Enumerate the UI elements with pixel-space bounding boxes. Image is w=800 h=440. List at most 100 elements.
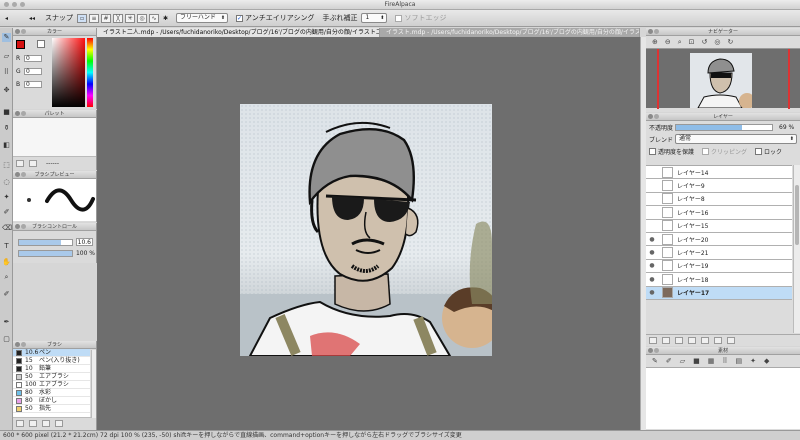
layer-row[interactable]: ● レイヤー18 (646, 273, 792, 287)
layer-settings-icon[interactable] (714, 337, 722, 344)
panel-min-icon[interactable] (21, 29, 26, 34)
g-input[interactable]: 0 (24, 68, 42, 75)
tab-illustration-two[interactable]: イラスト二人.mdp - /Users/fuchidanoriko/Deskto… (97, 28, 380, 37)
duplicate-layer-icon[interactable] (675, 337, 683, 344)
material-fill-icon[interactable]: ■ (693, 357, 700, 365)
layer-row[interactable]: ● レイヤー17 (646, 286, 792, 300)
primary-color-swatch[interactable] (16, 40, 25, 49)
panel-close-icon[interactable] (15, 172, 20, 177)
zoom-fit-icon[interactable]: ⊡ (689, 38, 695, 46)
snap-vanish-icon[interactable]: ╳ (113, 13, 123, 23)
material-eraser-icon[interactable]: ▱ (680, 357, 685, 365)
material-star-icon[interactable]: ✦ (750, 357, 756, 365)
panel-close-icon[interactable] (15, 111, 20, 116)
material-pattern-icon[interactable]: ▤ (736, 357, 743, 365)
panel-close-icon[interactable] (648, 114, 653, 119)
rotate-right-icon[interactable]: ↻ (728, 38, 734, 46)
panel-close-icon[interactable] (648, 29, 653, 34)
snap-settings-icon[interactable]: ✱ (163, 15, 168, 22)
frame-tool-icon[interactable]: ▢ (2, 335, 11, 344)
add-brush-icon[interactable] (16, 420, 24, 427)
material-list[interactable] (646, 367, 800, 429)
eye-visible-icon[interactable]: ● (646, 289, 658, 296)
clipping-checkbox[interactable] (702, 148, 710, 155)
snap-circle-icon[interactable]: ◎ (137, 13, 147, 23)
soft-edge-checkbox[interactable] (395, 14, 403, 22)
panel-min-icon[interactable] (654, 114, 659, 119)
selection-eraser-tool-icon[interactable]: ⌫ (2, 224, 12, 233)
brush-opacity-slider[interactable] (18, 250, 73, 257)
lasso-tool-icon[interactable]: ◌ (2, 178, 11, 187)
layer-row[interactable]: レイヤー8 (646, 192, 792, 207)
panel-close-icon[interactable] (648, 348, 653, 353)
material-brush-icon[interactable]: ✎ (652, 357, 658, 365)
layer-row[interactable]: ● レイヤー21 (646, 246, 792, 260)
brush-tool-icon[interactable]: ✎ (2, 33, 11, 42)
brush-size-value[interactable]: 10.6 (76, 238, 93, 246)
palette-swatch-area[interactable] (13, 118, 96, 156)
add-palette-icon[interactable] (16, 159, 24, 167)
dot-tool-icon[interactable]: ⠿ (2, 68, 11, 77)
eyedropper-tool-icon[interactable]: ✐ (2, 290, 11, 299)
material-pencil-icon[interactable]: ✐ (666, 357, 672, 365)
r-input[interactable]: 0 (24, 55, 42, 62)
zoom-in-icon[interactable]: ⊕ (652, 38, 658, 46)
magic-wand-tool-icon[interactable]: ✦ (2, 193, 11, 202)
panel-min-icon[interactable] (654, 29, 659, 34)
layer-row[interactable]: レイヤー16 (646, 206, 792, 220)
panel-min-icon[interactable] (21, 172, 26, 177)
new-folder-icon[interactable] (662, 337, 670, 344)
clear-layer-icon[interactable] (701, 337, 709, 344)
material-shape-icon[interactable]: ◆ (764, 357, 769, 365)
new-layer-icon[interactable] (649, 337, 657, 344)
selection-pen-tool-icon[interactable]: ✐ (2, 208, 11, 217)
text-tool-icon[interactable]: T (2, 242, 11, 251)
snap-parallel-icon[interactable]: ≡ (89, 13, 99, 23)
eraser-tool-icon[interactable]: ▱ (2, 52, 11, 61)
delete-brush-icon[interactable] (55, 420, 63, 427)
eye-visible-icon[interactable]: ● (646, 236, 658, 243)
panel-close-icon[interactable] (15, 342, 20, 347)
b-input[interactable]: 0 (24, 81, 42, 88)
collapse-toolbar-icon[interactable]: ◂ (5, 15, 15, 22)
eye-visible-icon[interactable]: ● (646, 249, 658, 256)
zoom-tool-icon[interactable]: ⌕ (2, 273, 11, 282)
layer-scroll-thumb[interactable] (795, 185, 799, 245)
brush-list-scrollbar[interactable] (91, 350, 96, 418)
layer-row[interactable]: レイヤー9 (646, 179, 792, 193)
layer-list-scrollbar[interactable] (793, 165, 800, 333)
panel-min-icon[interactable] (21, 342, 26, 347)
color-field[interactable] (52, 38, 85, 107)
snap-off-icon[interactable]: ▫ (77, 13, 87, 23)
layer-opacity-slider[interactable] (675, 123, 773, 131)
snap-cross-icon[interactable]: # (101, 13, 111, 23)
panel-min-icon[interactable] (654, 348, 659, 353)
rotate-left-icon[interactable]: ↺ (702, 38, 708, 46)
pen-swap-icon[interactable]: ✒ (2, 318, 11, 327)
delete-layer-icon[interactable] (727, 337, 735, 344)
gradient-tool-icon[interactable]: ◧ (2, 141, 11, 150)
canvas-area[interactable] (97, 37, 640, 430)
layer-row[interactable]: レイヤー14 (646, 166, 792, 180)
canvas-image[interactable] (240, 104, 492, 356)
antialias-checkbox[interactable]: ✓ (236, 14, 244, 22)
snap-curve-icon[interactable]: ∿ (149, 13, 159, 23)
panel-min-icon[interactable] (21, 224, 26, 229)
select-tool-icon[interactable]: ⬚ (2, 161, 11, 170)
layer-row[interactable]: ● レイヤー20 (646, 232, 792, 247)
merge-layer-icon[interactable] (688, 337, 696, 344)
hue-slider[interactable] (87, 38, 93, 107)
layer-row[interactable]: レイヤー15 (646, 219, 792, 233)
panel-close-icon[interactable] (15, 29, 20, 34)
zoom-actual-icon[interactable]: ⌕ (678, 38, 682, 47)
correction-select[interactable]: 1 ⬍ (361, 13, 388, 23)
window-controls[interactable] (4, 2, 25, 7)
lock-checkbox[interactable] (755, 148, 763, 155)
bucket-tool-icon[interactable]: ⚱ (2, 124, 11, 133)
hand-tool-icon[interactable]: ✋ (2, 258, 11, 267)
brush-settings-icon[interactable] (42, 420, 50, 427)
navigator-preview[interactable] (646, 48, 800, 109)
eye-visible-icon[interactable]: ● (646, 276, 658, 283)
brush-list-item[interactable]: 50 指先 (13, 405, 90, 413)
delete-palette-icon[interactable] (29, 159, 37, 167)
